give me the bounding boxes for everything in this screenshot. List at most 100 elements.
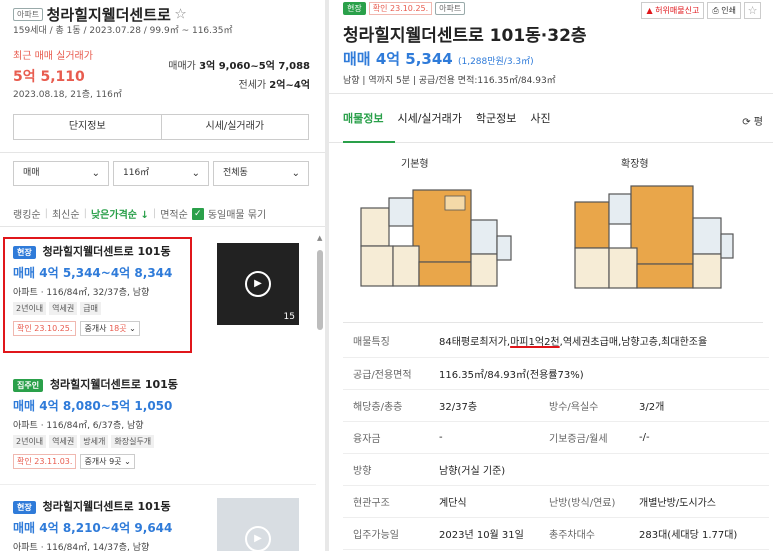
plan-extended-label: 확장형 xyxy=(621,159,649,170)
row-value: -/- xyxy=(639,421,769,454)
detail-title: 청라힐지웰더센트로 101동·32층 xyxy=(343,26,587,46)
favorite-star-icon[interactable]: ☆ xyxy=(174,7,187,23)
row-label: 총주차대수 xyxy=(549,517,639,550)
row-label: 매물특징 xyxy=(343,325,439,358)
checkbox-checked-icon[interactable]: ✓ xyxy=(191,207,204,220)
area-value: 116㎡ xyxy=(123,168,150,178)
row-label: 입주가능일 xyxy=(343,517,439,550)
report-label: 허위매물신고 xyxy=(655,6,700,15)
row-label: 난방(방식/연료) xyxy=(549,485,639,518)
site-tag: 현장 xyxy=(343,2,366,15)
listing-item[interactable]: 집주인 청라힐지웰더센트로 101동 매매 4억 8,080~5억 1,050 … xyxy=(13,376,313,469)
complex-name[interactable]: 청라힐지웰더센트로 xyxy=(47,6,171,24)
report-button[interactable]: ▲ 허위매물신고 xyxy=(641,2,705,19)
sort-latest[interactable]: 최신순 xyxy=(52,206,80,221)
sort-low-price[interactable]: 낮은가격순 ↓ xyxy=(91,206,149,221)
sort-area[interactable]: 면적순 xyxy=(160,206,188,221)
sort-separator: | xyxy=(44,208,48,219)
complex-info-button[interactable]: 단지정보 xyxy=(14,115,161,139)
sort-low-price-label: 낮은가격순 xyxy=(90,210,137,221)
confirm-date: 확인 23.11.03. xyxy=(13,454,77,469)
owner-tag: 집주인 xyxy=(13,378,44,392)
confirm-date: 확인 23.10.25. xyxy=(368,2,433,15)
listing-title: 청라힐지웰더센트로 101동 xyxy=(42,500,171,513)
agent-count: 9곳 xyxy=(109,457,122,466)
table-row: 현관구조 계단식 난방(방식/연료) 개별난방/도시가스 xyxy=(343,485,769,518)
price-per-pyeong: (1,288만원/3.3㎡) xyxy=(457,57,534,67)
feature-text: 84태평로최저가, xyxy=(439,337,511,349)
feature-text-highlight: 마피1억2천 xyxy=(510,337,560,349)
siren-icon: ▲ xyxy=(646,6,653,15)
chevron-down-icon: ⌄ xyxy=(91,168,100,179)
feature-text: ,역세권초급매,남향고층,최대한조율 xyxy=(559,337,708,349)
sort-ranking[interactable]: 랭킹순 xyxy=(13,206,41,221)
listing-chips: 2년이내 역세권 방세개 화장실두개 xyxy=(13,435,313,448)
active-tab-indicator xyxy=(343,141,395,143)
sale-label: 매매가 xyxy=(168,61,196,72)
tab-photos[interactable]: 사진 xyxy=(530,110,550,126)
row-value: 84태평로최저가,마피1억2천,역세권초급매,남향고층,최대한조율 xyxy=(439,325,769,358)
detail-tags: 현장 확인 23.10.25. 아파트 xyxy=(343,2,466,15)
unit-label: 평 xyxy=(753,117,763,128)
unit-toggle[interactable]: ⟳ 평 xyxy=(742,113,763,128)
scrollbar-thumb[interactable] xyxy=(317,250,323,330)
print-icon: ⎙ xyxy=(712,6,719,15)
listing-title-row: 집주인 청라힐지웰더센트로 101동 xyxy=(13,376,313,392)
floor-plan-basic[interactable] xyxy=(349,180,519,300)
row-value: 개별난방/도시가스 xyxy=(639,485,769,518)
sale-range: 매매가 3억 9,060~5억 7,088 xyxy=(168,57,310,72)
row-label: 기보증금/월세 xyxy=(549,421,639,454)
area-select[interactable]: 116㎡ ⌄ xyxy=(113,161,209,186)
listing-video-thumbnail[interactable]: ▶ 15 xyxy=(217,243,299,325)
chevron-down-icon: ⌄ xyxy=(291,168,300,179)
detail-price-value: 매매 4억 5,344 xyxy=(343,50,453,68)
tab-listing-info[interactable]: 매물정보 xyxy=(343,110,383,126)
row-value: 계단식 xyxy=(439,485,549,518)
complex-summary: 159세대 / 총 1동 / 2023.07.28 / 99.9㎡ ~ 116.… xyxy=(13,26,233,36)
type-tag: 아파트 xyxy=(13,8,44,21)
table-row: 매물특징 84태평로최저가,마피1억2천,역세권초급매,남향고층,최대한조율 xyxy=(343,325,769,358)
complex-header: 아파트 청라힐지웰더센트로 ☆ xyxy=(13,4,313,25)
recent-price: 5억 5,110 xyxy=(13,69,85,85)
play-icon[interactable]: ▶ xyxy=(245,526,271,551)
table-row: 방향 남향(거실 기준) xyxy=(343,453,769,486)
recent-price-label: 최근 매매 실거래가 xyxy=(13,51,93,62)
row-value: 283대(세대당 1.77대) xyxy=(639,517,769,550)
listing-photo-thumbnail[interactable]: ▶ xyxy=(217,498,299,551)
row-label: 해당층/총층 xyxy=(343,389,439,422)
floor-plan-extended[interactable] xyxy=(567,180,737,300)
rent-label: 전세가 xyxy=(238,80,267,91)
favorite-star-icon[interactable]: ☆ xyxy=(744,2,761,19)
complex-button-row: 단지정보 시세/실거래가 xyxy=(13,114,309,140)
rent-range-value: 2억~4억 xyxy=(269,80,310,91)
feature-chip: 2년이내 xyxy=(13,435,47,448)
building-value: 전체동 xyxy=(223,168,248,178)
filter-bar: 매매 ⌄ 116㎡ ⌄ 전체동 ⌄ xyxy=(13,161,309,186)
group-same-listings-label[interactable]: 동일매물 묶기 xyxy=(208,206,266,221)
building-select[interactable]: 전체동 ⌄ xyxy=(213,161,309,186)
play-icon[interactable]: ▶ xyxy=(245,271,271,297)
scroll-up-icon[interactable]: ▲ xyxy=(317,234,323,242)
print-button[interactable]: ⎙ 인쇄 xyxy=(707,2,741,19)
sort-separator: | xyxy=(152,208,157,219)
feature-chip: 화장실두개 xyxy=(111,435,155,448)
row-label: 방향 xyxy=(343,453,439,486)
listing-scrollbar[interactable]: ▲ xyxy=(317,232,323,551)
trade-type-value: 매매 xyxy=(23,168,40,178)
price-history-button[interactable]: 시세/실거래가 xyxy=(160,115,309,139)
sale-range-value: 3억 9,060~5억 7,088 xyxy=(199,61,310,72)
row-value: 32/37층 xyxy=(439,389,549,422)
agent-dropdown[interactable]: 중개사 9곳 ⌄ xyxy=(80,454,135,469)
detail-toolbar: ▲ 허위매물신고 ⎙ 인쇄 ☆ xyxy=(641,2,761,19)
sort-separator: | xyxy=(83,208,87,219)
divider xyxy=(343,322,763,323)
trade-type-select[interactable]: 매매 ⌄ xyxy=(13,161,109,186)
sort-arrow-down-icon: ↓ xyxy=(140,210,149,221)
tab-school-info[interactable]: 학군정보 xyxy=(476,110,516,126)
tab-price-history[interactable]: 시세/실거래가 xyxy=(397,110,461,126)
detail-meta: 남향 | 역까지 5분 | 공급/전용 면적:116.35㎡/84.93㎡ xyxy=(343,76,556,86)
listing-info: 아파트 · 116/84㎡, 6/37층, 남향 xyxy=(13,421,144,431)
row-value: 2023년 10월 31일 xyxy=(439,517,549,550)
row-value: 남향(거실 기준) xyxy=(439,453,769,486)
detail-price: 매매 4억 5,344 (1,288만원/3.3㎡) xyxy=(343,48,534,69)
